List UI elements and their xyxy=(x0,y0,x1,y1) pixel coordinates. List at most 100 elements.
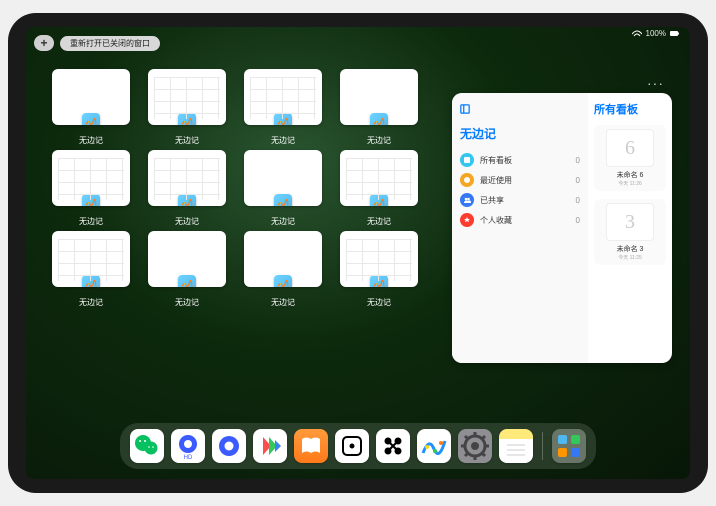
more-options-button[interactable]: ··· xyxy=(647,75,664,91)
window-thumbnail[interactable]: 无边记 xyxy=(52,231,130,308)
window-label: 无边记 xyxy=(79,135,103,146)
window-thumbnail[interactable]: 无边记 xyxy=(148,231,226,308)
notes-icon[interactable] xyxy=(499,429,533,463)
dock: HD xyxy=(120,423,596,469)
window-label: 无边记 xyxy=(271,135,295,146)
sidebar-item[interactable]: 个人收藏 0 xyxy=(460,210,580,230)
freeform-app-icon xyxy=(274,275,292,287)
window-preview xyxy=(52,69,130,125)
sidebar-item-icon xyxy=(460,153,474,167)
panel-content: 所有看板 6 未命名 6今天 11:26 3 未命名 3今天 11:25 xyxy=(588,93,672,363)
freeform-app-icon xyxy=(82,275,100,287)
dock-separator xyxy=(542,432,543,460)
panel-sidebar: 无边记 所有看板 0 最近使用 0 已共享 0 个人收藏 0 xyxy=(452,93,588,363)
quark-icon[interactable] xyxy=(212,429,246,463)
freeform-app-icon xyxy=(178,275,196,287)
window-thumbnail[interactable]: 无边记 xyxy=(340,231,418,308)
window-thumbnail[interactable]: 无边记 xyxy=(340,69,418,146)
window-thumbnail[interactable]: 无边记 xyxy=(244,231,322,308)
window-preview xyxy=(340,231,418,287)
sidebar-item[interactable]: 已共享 0 xyxy=(460,190,580,210)
sidebar-item-count: 0 xyxy=(576,216,580,225)
board-card[interactable]: 3 未命名 3今天 11:25 xyxy=(594,199,666,265)
panel-content-title: 所有看板 xyxy=(594,101,666,117)
window-thumbnail[interactable]: 无边记 xyxy=(52,69,130,146)
window-thumbnail[interactable]: 无边记 xyxy=(52,150,130,227)
window-label: 无边记 xyxy=(271,216,295,227)
screen: 100% + 重新打开已关闭的窗口 无边记无边记无边记无边记无边记无边记无边记无… xyxy=(26,27,690,479)
window-label: 无边记 xyxy=(271,297,295,308)
window-label: 无边记 xyxy=(367,135,391,146)
sidebar-item-count: 0 xyxy=(576,196,580,205)
sidebar-item[interactable]: 最近使用 0 xyxy=(460,170,580,190)
freeform-icon[interactable] xyxy=(417,429,451,463)
freeform-app-icon xyxy=(370,113,388,125)
window-label: 无边记 xyxy=(367,297,391,308)
wifi-icon xyxy=(632,30,642,38)
board-date: 今天 11:25 xyxy=(618,254,642,261)
sidebar-item-icon xyxy=(460,213,474,227)
window-label: 无边记 xyxy=(367,216,391,227)
freeform-app-icon xyxy=(370,275,388,287)
window-preview xyxy=(148,231,226,287)
board-date: 今天 11:26 xyxy=(618,180,642,187)
window-label: 无边记 xyxy=(175,135,199,146)
board-preview: 3 xyxy=(606,203,654,241)
window-preview xyxy=(244,150,322,206)
window-thumbnail[interactable]: 无边记 xyxy=(148,69,226,146)
board-card[interactable]: 6 未命名 6今天 11:26 xyxy=(594,125,666,191)
sidebar-item-label: 个人收藏 xyxy=(480,215,570,226)
board-preview: 6 xyxy=(606,129,654,167)
ipad-frame: 100% + 重新打开已关闭的窗口 无边记无边记无边记无边记无边记无边记无边记无… xyxy=(8,13,708,493)
panel-sidebar-title: 无边记 xyxy=(460,125,580,142)
freeform-app-icon xyxy=(178,194,196,206)
window-preview xyxy=(244,69,322,125)
books-icon[interactable] xyxy=(294,429,328,463)
window-label: 无边记 xyxy=(175,216,199,227)
window-preview xyxy=(148,150,226,206)
freeform-app-icon xyxy=(82,194,100,206)
freeform-app-icon xyxy=(82,113,100,125)
window-label: 无边记 xyxy=(79,297,103,308)
wechat-icon[interactable] xyxy=(130,429,164,463)
window-thumbnail[interactable]: 无边记 xyxy=(244,69,322,146)
sidebar-item-label: 已共享 xyxy=(480,195,570,206)
freeform-app-icon xyxy=(274,194,292,206)
sidebar-item-icon xyxy=(460,193,474,207)
status-bar: 100% xyxy=(632,29,680,38)
window-preview xyxy=(244,231,322,287)
board-name: 未命名 3 xyxy=(617,244,644,254)
add-window-button[interactable]: + xyxy=(34,35,54,51)
quark-hd-icon[interactable]: HD xyxy=(171,429,205,463)
window-thumbnail[interactable]: 无边记 xyxy=(244,150,322,227)
window-thumbnail[interactable]: 无边记 xyxy=(148,150,226,227)
sidebar-item-label: 所有看板 xyxy=(480,155,570,166)
window-preview xyxy=(148,69,226,125)
battery-text: 100% xyxy=(646,29,666,38)
play-video-icon[interactable] xyxy=(253,429,287,463)
sidebar-item-icon xyxy=(460,173,474,187)
settings-icon[interactable] xyxy=(458,429,492,463)
svg-text:HD: HD xyxy=(184,455,193,461)
window-preview xyxy=(340,69,418,125)
freeform-app-icon xyxy=(370,194,388,206)
connect-icon[interactable] xyxy=(376,429,410,463)
window-preview xyxy=(340,150,418,206)
window-label: 无边记 xyxy=(175,297,199,308)
sidebar-item-label: 最近使用 xyxy=(480,175,570,186)
freeform-app-icon xyxy=(274,113,292,125)
freeform-app-icon xyxy=(178,113,196,125)
window-thumbnail[interactable]: 无边记 xyxy=(340,150,418,227)
sidebar-item[interactable]: 所有看板 0 xyxy=(460,150,580,170)
panel-collapse-icon[interactable] xyxy=(460,101,470,119)
board-name: 未命名 6 xyxy=(617,170,644,180)
battery-icon xyxy=(670,30,680,38)
window-preview xyxy=(52,231,130,287)
window-label: 无边记 xyxy=(79,216,103,227)
app-library-icon[interactable] xyxy=(552,429,586,463)
dice-icon[interactable] xyxy=(335,429,369,463)
freeform-panel[interactable]: 无边记 所有看板0最近使用0已共享0个人收藏0 所有看板 6未命名 6今天 11… xyxy=(452,93,672,363)
reopen-closed-window-button[interactable]: 重新打开已关闭的窗口 xyxy=(60,36,160,51)
sidebar-item-count: 0 xyxy=(576,176,580,185)
sidebar-item-count: 0 xyxy=(576,156,580,165)
